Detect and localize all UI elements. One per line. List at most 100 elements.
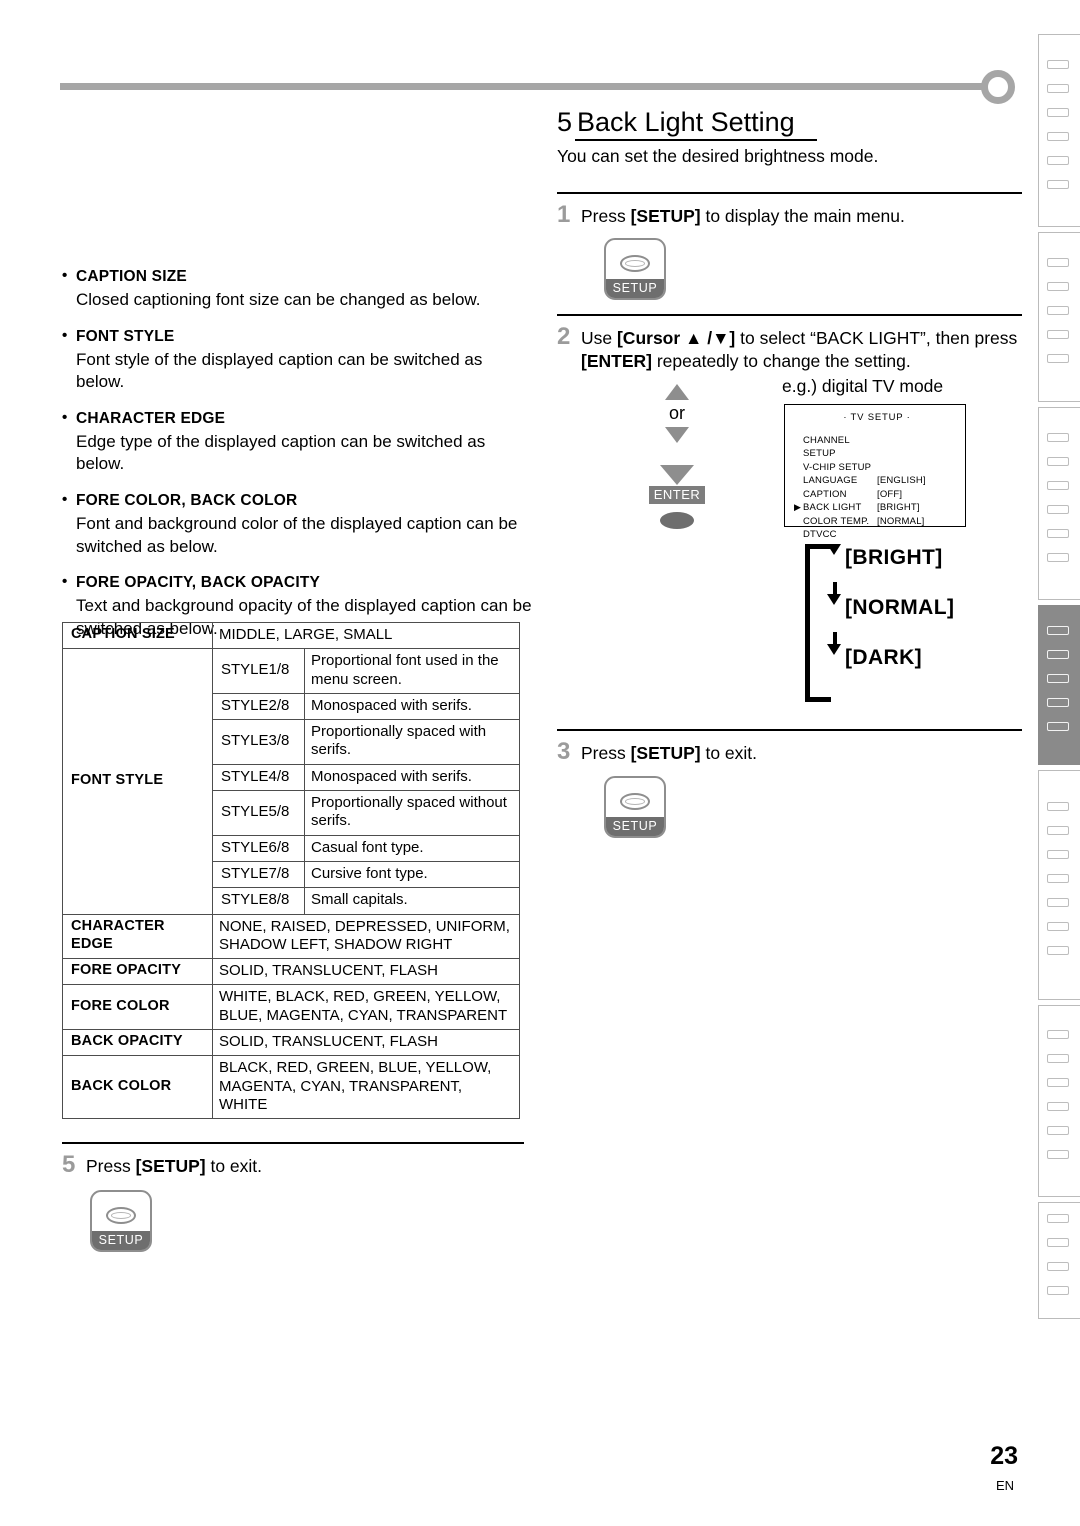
- setup-knob-icon: [106, 1206, 136, 1224]
- osd-selection-marker-icon: ▶: [794, 502, 801, 513]
- option-title: CAPTION SIZE: [62, 267, 532, 286]
- cycle-option-0: [BRIGHT]: [845, 546, 943, 570]
- table-key: FONT STYLE: [62, 648, 213, 915]
- osd-item-value: [BRIGHT]: [877, 502, 920, 514]
- edge-tab-dash: [1047, 528, 1069, 538]
- edge-tab-strip: [1032, 34, 1080, 1319]
- osd-menu-item[interactable]: CHANNEL SETUP: [785, 434, 965, 461]
- osd-item-label: COLOR TEMP.: [803, 515, 870, 527]
- osd-menu-item[interactable]: V-CHIP SETUP: [785, 461, 965, 474]
- enter-knob-icon: [660, 512, 694, 530]
- step-3-key: [SETUP]: [630, 743, 701, 764]
- top-ring-icon: [981, 70, 1015, 104]
- left-column: CAPTION SIZE Closed captioning font size …: [62, 267, 532, 640]
- cursor-enter-illustration: or ENTER: [632, 384, 722, 530]
- osd-menu-item[interactable]: DTVCC: [785, 528, 965, 541]
- edge-tab-dash: [1047, 432, 1069, 442]
- table-value: BLACK, RED, GREEN, BLUE, YELLOW, MAGENTA…: [212, 1055, 520, 1120]
- step-2-text-c: repeatedly to change the setting.: [651, 351, 911, 372]
- table-style-key: STYLE5/8: [212, 790, 305, 836]
- table-row: CAPTION SIZE MIDDLE, LARGE, SMALL: [62, 621, 520, 650]
- table-value: SOLID, TRANSLUCENT, FLASH: [212, 1029, 520, 1057]
- example-label: e.g.) digital TV mode: [782, 376, 944, 397]
- osd-menu-item[interactable]: COLOR TEMP. [NORMAL]: [785, 515, 965, 528]
- step-5-number: 5: [62, 1151, 76, 1178]
- enter-arrow-icon: [660, 465, 694, 486]
- table-style-desc: Proportional font used in the menu scree…: [304, 648, 520, 694]
- table-key: BACK COLOR: [62, 1055, 213, 1120]
- option-description: Closed captioning font size can be chang…: [76, 290, 481, 309]
- edge-tab-dash: [1047, 456, 1069, 466]
- table-value: MIDDLE, LARGE, SMALL: [212, 621, 520, 650]
- table-style-desc: Monospaced with serifs.: [304, 692, 520, 721]
- edge-tab-dash: [1047, 922, 1069, 931]
- step-5-key: [SETUP]: [135, 1156, 206, 1176]
- osd-menu-item[interactable]: ▶ BACK LIGHT [BRIGHT]: [785, 501, 965, 514]
- osd-item-value: [ENGLISH]: [877, 475, 926, 487]
- step-5-text-before: Press: [86, 1156, 136, 1176]
- option-description: Font and background color of the display…: [76, 514, 518, 556]
- setup-knob-icon: [620, 255, 650, 273]
- table-style-key: STYLE7/8: [212, 860, 305, 889]
- table-key: BACK OPACITY: [62, 1029, 213, 1057]
- step-1-key: [SETUP]: [630, 205, 701, 226]
- cycle-arrow-1: [827, 544, 841, 556]
- setup-button-illustration-3[interactable]: SETUP: [604, 776, 666, 839]
- edge-tab-dash: [1047, 1126, 1069, 1135]
- step-3-text: Press [SETUP] to exit.: [581, 742, 1022, 765]
- step-1-text: Press [SETUP] to display the main menu.: [581, 205, 1022, 228]
- osd-menu-item[interactable]: CAPTION [OFF]: [785, 488, 965, 501]
- step-3: 3 Press [SETUP] to exit. SETUP: [557, 729, 1022, 839]
- step-2-cursor-key: [Cursor ▲ /▼]: [616, 328, 736, 349]
- page-title-number: 5: [557, 107, 573, 137]
- step-2: 2 Use [Cursor ▲ /▼] to select “BACK LIGH…: [557, 314, 1022, 729]
- edge-tab-dash: [1047, 698, 1069, 707]
- table-style-desc: Proportionally spaced without serifs.: [304, 790, 520, 836]
- edge-tab-dash: [1047, 1030, 1069, 1039]
- osd-menu-item[interactable]: LANGUAGE [ENGLISH]: [785, 474, 965, 487]
- caption-spec-table: CAPTION SIZE MIDDLE, LARGE, SMALL FONT STY…: [62, 621, 520, 1120]
- edge-tab-dash: [1047, 258, 1069, 267]
- step-5: 5 Press [SETUP] to exit. SETUP: [62, 1142, 524, 1252]
- edge-tab-dash: [1047, 802, 1069, 811]
- table-row: BACK OPACITY SOLID, TRANSLUCENT, FLASH: [62, 1029, 520, 1057]
- edge-tab-dash: [1047, 1213, 1069, 1223]
- option-description: Font style of the displayed caption can …: [76, 349, 483, 392]
- edge-tab-dash: [1047, 1237, 1069, 1247]
- cycle-loop-bracket: [805, 544, 831, 703]
- edge-tab-dash: [1047, 131, 1069, 141]
- edge-tab-dash: [1047, 650, 1069, 659]
- table-key: CAPTION SIZE: [62, 621, 213, 650]
- top-decorative-rule: [60, 83, 990, 90]
- edge-tab-block: [1038, 232, 1080, 402]
- table-value: WHITE, BLACK, RED, GREEN, YELLOW, BLUE, …: [212, 984, 520, 1031]
- option-description: Edge type of the displayed caption can b…: [76, 431, 486, 474]
- edge-tab-dash: [1047, 179, 1069, 189]
- step-2-text: Use [Cursor ▲ /▼] to select “BACK LIGHT”…: [581, 327, 1022, 373]
- step-3-number: 3: [557, 738, 571, 766]
- setup-button-illustration-5[interactable]: SETUP: [90, 1189, 152, 1252]
- cycle-arrow-2: [827, 594, 841, 606]
- backlight-cycle-diagram: [BRIGHT] [NORMAL] [DARK]: [805, 544, 995, 704]
- edge-tab-dash: [1047, 480, 1069, 490]
- cycle-option-2: [DARK]: [845, 646, 923, 670]
- setup-button-illustration-1[interactable]: SETUP: [604, 238, 666, 301]
- table-value: NONE, RAISED, DEPRESSED, UNIFORM, SHADOW…: [212, 913, 520, 960]
- table-style-key: STYLE2/8: [212, 692, 305, 721]
- table-value: SOLID, TRANSLUCENT, FLASH: [212, 958, 520, 986]
- edge-tab-dash: [1047, 504, 1069, 514]
- osd-title: · TV SETUP ·: [843, 412, 911, 424]
- step-3-text-after: to exit.: [700, 743, 758, 764]
- edge-tab-dash: [1047, 107, 1069, 117]
- edge-tab-dash: [1047, 946, 1069, 955]
- edge-tab-dash: [1047, 1054, 1069, 1063]
- edge-tab-block: [1038, 1005, 1080, 1197]
- edge-tab-block: [1038, 34, 1080, 227]
- osd-item-label: CAPTION: [803, 488, 847, 500]
- edge-tab-block: [1038, 407, 1080, 600]
- table-style-key: STYLE6/8: [212, 834, 305, 862]
- caption-options-list: CAPTION SIZE Closed captioning font size …: [62, 267, 532, 640]
- table-style-desc: Small capitals.: [304, 887, 520, 915]
- edge-tab-dash: [1047, 874, 1069, 883]
- page-subtitle: You can set the desired brightness mode.: [557, 145, 879, 166]
